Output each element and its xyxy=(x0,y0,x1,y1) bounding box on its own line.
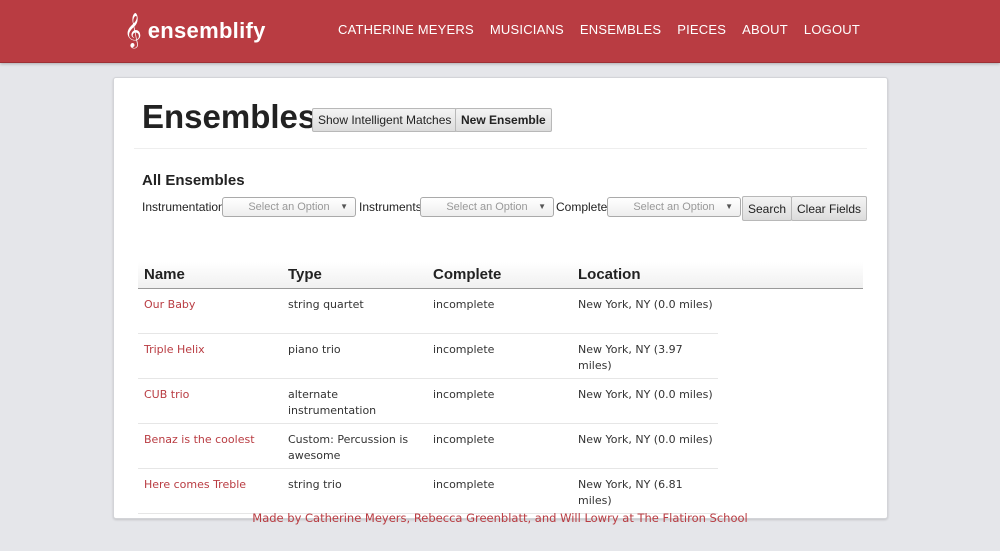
nav-musicians[interactable]: MUSICIANS xyxy=(490,22,564,37)
ensemble-type: alternate instrumentation xyxy=(288,388,377,417)
top-navbar: 𝄞 ensemblify CATHERINE MEYERS MUSICIANS … xyxy=(0,0,1000,63)
clear-fields-button[interactable]: Clear Fields xyxy=(791,196,868,221)
table-header: Name Type Complete Location xyxy=(138,262,863,289)
ensemble-name-link[interactable]: Triple Helix xyxy=(144,342,284,358)
complete-select[interactable]: Select an Option ▼ xyxy=(607,197,741,217)
ensemble-complete: incomplete xyxy=(433,343,495,356)
caret-down-icon: ▼ xyxy=(725,202,733,211)
ensemble-type: string trio xyxy=(288,478,342,491)
ensemble-name-link[interactable]: Here comes Treble xyxy=(144,477,284,493)
table-row: Our Baby string quartet incomplete New Y… xyxy=(138,289,718,334)
complete-label: Complete xyxy=(556,200,608,214)
caret-down-icon: ▼ xyxy=(538,202,546,211)
nav-ensembles[interactable]: ENSEMBLES xyxy=(580,22,661,37)
ensembles-table: Name Type Complete Location Our Baby str… xyxy=(138,262,863,514)
nav-about[interactable]: ABOUT xyxy=(742,22,788,37)
ensemble-complete: incomplete xyxy=(433,433,495,446)
instruments-label: Instruments xyxy=(359,200,422,214)
instrumentation-select[interactable]: Select an Option ▼ xyxy=(222,197,356,217)
complete-select-value: Select an Option xyxy=(633,201,715,213)
ensemble-name-link[interactable]: Our Baby xyxy=(144,297,284,313)
table-row: CUB trio alternate instrumentation incom… xyxy=(138,379,718,424)
section-title: All Ensembles xyxy=(142,172,245,189)
new-ensemble-button[interactable]: New Ensemble xyxy=(455,108,552,132)
table-row: Triple Helix piano trio incomplete New Y… xyxy=(138,334,718,379)
ensemble-location: New York, NY (0.0 miles) xyxy=(578,298,713,311)
table-row: Benaz is the coolest Custom: Percussion … xyxy=(138,424,718,469)
divider xyxy=(134,148,867,149)
search-button[interactable]: Search xyxy=(742,196,793,221)
caret-down-icon: ▼ xyxy=(340,202,348,211)
ensemble-name-link[interactable]: CUB trio xyxy=(144,387,284,403)
ensemble-complete: incomplete xyxy=(433,478,495,491)
nav-logout[interactable]: LOGOUT xyxy=(804,22,860,37)
ensemble-name-link[interactable]: Benaz is the coolest xyxy=(144,432,284,448)
brand-name: ensemblify xyxy=(147,18,266,43)
ensemble-location: New York, NY (0.0 miles) xyxy=(578,388,713,401)
ensemble-complete: incomplete xyxy=(433,388,495,401)
show-intelligent-matches-button[interactable]: Show Intelligent Matches xyxy=(312,108,458,132)
column-header-complete[interactable]: Complete xyxy=(433,266,501,283)
column-header-name[interactable]: Name xyxy=(144,266,185,283)
instruments-select[interactable]: Select an Option ▼ xyxy=(420,197,554,217)
footer-credits: Made by Catherine Meyers, Rebecca Greenb… xyxy=(252,511,748,525)
column-header-type[interactable]: Type xyxy=(288,266,322,283)
brand-logo[interactable]: 𝄞 ensemblify xyxy=(124,14,266,48)
ensemble-location: New York, NY (3.97 miles) xyxy=(578,343,683,372)
nav-menu: CATHERINE MEYERS MUSICIANS ENSEMBLES PIE… xyxy=(322,22,860,37)
ensemble-type: piano trio xyxy=(288,343,341,356)
nav-user-profile[interactable]: CATHERINE MEYERS xyxy=(338,22,474,37)
column-header-location[interactable]: Location xyxy=(578,266,641,283)
ensemble-type: Custom: Percussion is awesome xyxy=(288,433,409,462)
instrumentation-label: Instrumentation xyxy=(142,200,225,214)
content-card: Ensembles Show Intelligent Matches New E… xyxy=(113,77,888,519)
ensemble-complete: incomplete xyxy=(433,298,495,311)
instrumentation-select-value: Select an Option xyxy=(248,201,330,213)
ensemble-location: New York, NY (0.0 miles) xyxy=(578,433,713,446)
ensemble-location: New York, NY (6.81 miles) xyxy=(578,478,683,507)
instruments-select-value: Select an Option xyxy=(446,201,528,213)
treble-clef-icon: 𝄞 xyxy=(124,13,142,48)
ensemble-type: string quartet xyxy=(288,298,364,311)
page-title: Ensembles xyxy=(142,98,317,135)
table-row: Here comes Treble string trio incomplete… xyxy=(138,469,718,514)
nav-pieces[interactable]: PIECES xyxy=(677,22,726,37)
